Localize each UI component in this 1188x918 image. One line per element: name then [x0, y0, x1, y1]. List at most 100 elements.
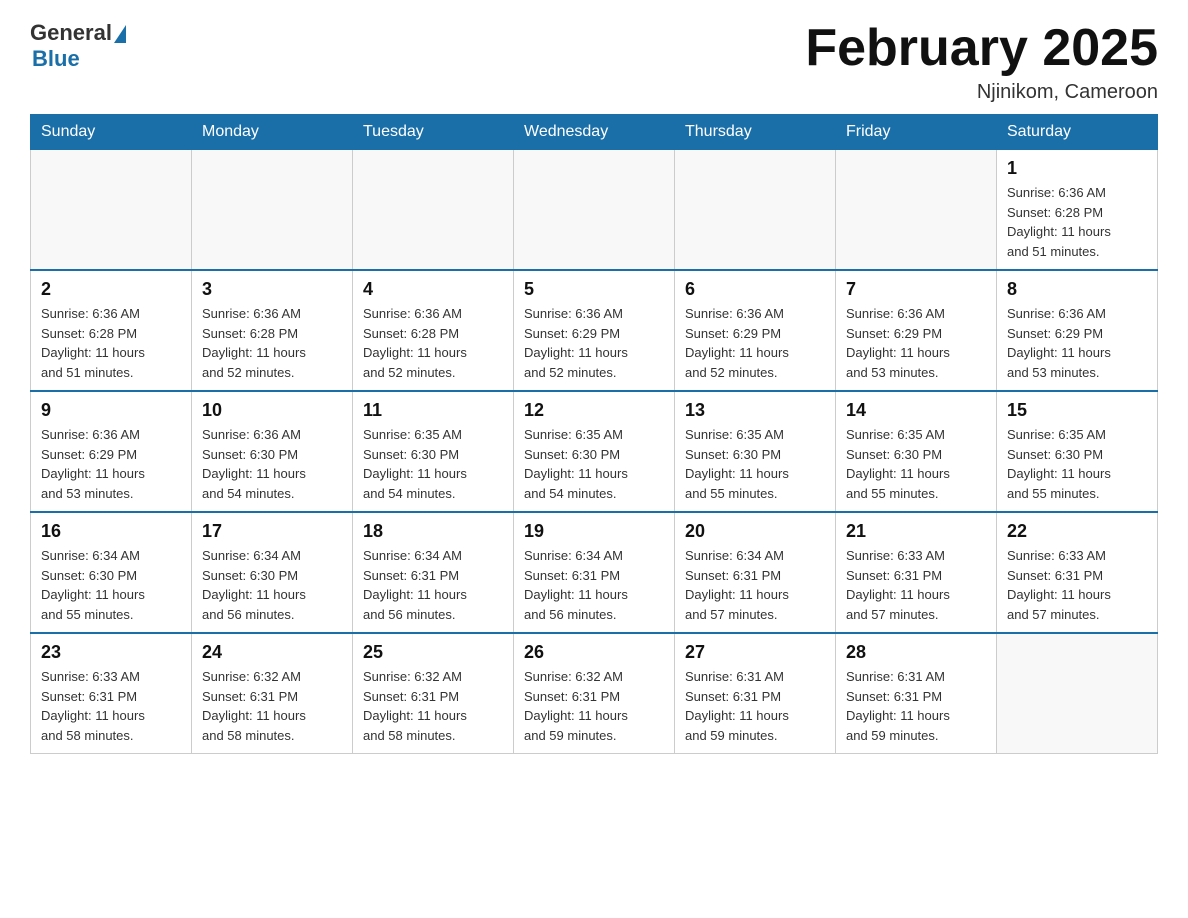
calendar-cell [836, 150, 997, 271]
title-area: February 2025 Njinikom, Cameroon [805, 20, 1158, 104]
calendar-cell: 24 Sunrise: 6:32 AM Sunset: 6:31 PM Dayli… [192, 633, 353, 754]
day-number: 5 [524, 279, 664, 300]
weekday-header-thursday: Thursday [675, 115, 836, 150]
calendar-cell [675, 150, 836, 271]
weekday-header-tuesday: Tuesday [353, 115, 514, 150]
day-number: 25 [363, 642, 503, 663]
day-number: 23 [41, 642, 181, 663]
calendar-table: SundayMondayTuesdayWednesdayThursdayFrid… [30, 114, 1158, 754]
day-number: 24 [202, 642, 342, 663]
day-info: Sunrise: 6:36 AM Sunset: 6:29 PM Dayligh… [685, 304, 825, 382]
day-number: 8 [1007, 279, 1147, 300]
day-number: 20 [685, 521, 825, 542]
day-info: Sunrise: 6:35 AM Sunset: 6:30 PM Dayligh… [1007, 425, 1147, 503]
calendar-cell: 20 Sunrise: 6:34 AM Sunset: 6:31 PM Dayli… [675, 512, 836, 633]
day-info: Sunrise: 6:36 AM Sunset: 6:29 PM Dayligh… [846, 304, 986, 382]
day-info: Sunrise: 6:36 AM Sunset: 6:28 PM Dayligh… [202, 304, 342, 382]
calendar-cell: 13 Sunrise: 6:35 AM Sunset: 6:30 PM Dayli… [675, 391, 836, 512]
calendar-cell [353, 150, 514, 271]
day-number: 21 [846, 521, 986, 542]
day-number: 26 [524, 642, 664, 663]
day-info: Sunrise: 6:36 AM Sunset: 6:28 PM Dayligh… [1007, 183, 1147, 261]
weekday-header-monday: Monday [192, 115, 353, 150]
day-number: 9 [41, 400, 181, 421]
logo: General Blue [30, 20, 126, 72]
day-number: 19 [524, 521, 664, 542]
day-info: Sunrise: 6:32 AM Sunset: 6:31 PM Dayligh… [202, 667, 342, 745]
day-info: Sunrise: 6:33 AM Sunset: 6:31 PM Dayligh… [41, 667, 181, 745]
calendar-week-row: 2 Sunrise: 6:36 AM Sunset: 6:28 PM Daylig… [31, 270, 1158, 391]
day-number: 10 [202, 400, 342, 421]
calendar-week-row: 1Sunrise: 6:36 AM Sunset: 6:28 PM Daylig… [31, 150, 1158, 271]
calendar-cell: 2Sunrise: 6:36 AM Sunset: 6:28 PM Daylig… [31, 270, 192, 391]
calendar-cell: 6 Sunrise: 6:36 AM Sunset: 6:29 PM Daylig… [675, 270, 836, 391]
calendar-cell: 14 Sunrise: 6:35 AM Sunset: 6:30 PM Dayli… [836, 391, 997, 512]
day-number: 3 [202, 279, 342, 300]
day-number: 22 [1007, 521, 1147, 542]
day-number: 2 [41, 279, 181, 300]
calendar-cell: 16Sunrise: 6:34 AM Sunset: 6:30 PM Dayli… [31, 512, 192, 633]
day-number: 14 [846, 400, 986, 421]
day-info: Sunrise: 6:36 AM Sunset: 6:29 PM Dayligh… [1007, 304, 1147, 382]
calendar-cell: 4Sunrise: 6:36 AM Sunset: 6:28 PM Daylig… [353, 270, 514, 391]
calendar-cell [997, 633, 1158, 754]
calendar-cell: 11 Sunrise: 6:35 AM Sunset: 6:30 PM Dayli… [353, 391, 514, 512]
calendar-header-row: SundayMondayTuesdayWednesdayThursdayFrid… [31, 115, 1158, 150]
calendar-cell: 19 Sunrise: 6:34 AM Sunset: 6:31 PM Dayli… [514, 512, 675, 633]
day-info: Sunrise: 6:36 AM Sunset: 6:30 PM Dayligh… [202, 425, 342, 503]
calendar-cell: 28 Sunrise: 6:31 AM Sunset: 6:31 PM Dayli… [836, 633, 997, 754]
day-info: Sunrise: 6:34 AM Sunset: 6:31 PM Dayligh… [685, 546, 825, 624]
calendar-cell: 18 Sunrise: 6:34 AM Sunset: 6:31 PM Dayli… [353, 512, 514, 633]
day-info: Sunrise: 6:35 AM Sunset: 6:30 PM Dayligh… [846, 425, 986, 503]
day-number: 7 [846, 279, 986, 300]
day-info: Sunrise: 6:35 AM Sunset: 6:30 PM Dayligh… [685, 425, 825, 503]
day-info: Sunrise: 6:34 AM Sunset: 6:30 PM Dayligh… [41, 546, 181, 624]
day-number: 17 [202, 521, 342, 542]
calendar-cell: 26 Sunrise: 6:32 AM Sunset: 6:31 PM Dayli… [514, 633, 675, 754]
day-info: Sunrise: 6:35 AM Sunset: 6:30 PM Dayligh… [363, 425, 503, 503]
day-number: 12 [524, 400, 664, 421]
day-info: Sunrise: 6:35 AM Sunset: 6:30 PM Dayligh… [524, 425, 664, 503]
calendar-week-row: 9 Sunrise: 6:36 AM Sunset: 6:29 PM Daylig… [31, 391, 1158, 512]
calendar-cell: 21 Sunrise: 6:33 AM Sunset: 6:31 PM Dayli… [836, 512, 997, 633]
weekday-header-sunday: Sunday [31, 115, 192, 150]
day-info: Sunrise: 6:34 AM Sunset: 6:31 PM Dayligh… [363, 546, 503, 624]
calendar-cell: 3 Sunrise: 6:36 AM Sunset: 6:28 PM Daylig… [192, 270, 353, 391]
day-info: Sunrise: 6:32 AM Sunset: 6:31 PM Dayligh… [524, 667, 664, 745]
calendar-cell [31, 150, 192, 271]
location-label: Njinikom, Cameroon [805, 81, 1158, 104]
day-number: 18 [363, 521, 503, 542]
weekday-header-wednesday: Wednesday [514, 115, 675, 150]
calendar-cell: 9 Sunrise: 6:36 AM Sunset: 6:29 PM Daylig… [31, 391, 192, 512]
day-info: Sunrise: 6:31 AM Sunset: 6:31 PM Dayligh… [846, 667, 986, 745]
calendar-cell [514, 150, 675, 271]
calendar-cell: 17Sunrise: 6:34 AM Sunset: 6:30 PM Dayli… [192, 512, 353, 633]
page-header: General Blue February 2025 Njinikom, Cam… [30, 20, 1158, 104]
day-info: Sunrise: 6:36 AM Sunset: 6:29 PM Dayligh… [524, 304, 664, 382]
day-info: Sunrise: 6:34 AM Sunset: 6:31 PM Dayligh… [524, 546, 664, 624]
calendar-cell: 1Sunrise: 6:36 AM Sunset: 6:28 PM Daylig… [997, 150, 1158, 271]
day-number: 11 [363, 400, 503, 421]
day-number: 27 [685, 642, 825, 663]
calendar-cell: 10 Sunrise: 6:36 AM Sunset: 6:30 PM Dayli… [192, 391, 353, 512]
calendar-cell: 7 Sunrise: 6:36 AM Sunset: 6:29 PM Daylig… [836, 270, 997, 391]
day-info: Sunrise: 6:33 AM Sunset: 6:31 PM Dayligh… [846, 546, 986, 624]
day-number: 6 [685, 279, 825, 300]
calendar-cell: 12 Sunrise: 6:35 AM Sunset: 6:30 PM Dayli… [514, 391, 675, 512]
calendar-cell: 27 Sunrise: 6:31 AM Sunset: 6:31 PM Dayli… [675, 633, 836, 754]
day-number: 13 [685, 400, 825, 421]
day-info: Sunrise: 6:36 AM Sunset: 6:29 PM Dayligh… [41, 425, 181, 503]
calendar-cell: 5 Sunrise: 6:36 AM Sunset: 6:29 PM Daylig… [514, 270, 675, 391]
logo-triangle-icon [114, 25, 126, 43]
day-info: Sunrise: 6:31 AM Sunset: 6:31 PM Dayligh… [685, 667, 825, 745]
calendar-cell: 25 Sunrise: 6:32 AM Sunset: 6:31 PM Dayli… [353, 633, 514, 754]
logo-general-text: General [30, 20, 112, 46]
calendar-cell: 15 Sunrise: 6:35 AM Sunset: 6:30 PM Dayli… [997, 391, 1158, 512]
day-number: 28 [846, 642, 986, 663]
day-info: Sunrise: 6:32 AM Sunset: 6:31 PM Dayligh… [363, 667, 503, 745]
calendar-cell: 22Sunrise: 6:33 AM Sunset: 6:31 PM Dayli… [997, 512, 1158, 633]
calendar-cell [192, 150, 353, 271]
weekday-header-friday: Friday [836, 115, 997, 150]
month-title: February 2025 [805, 20, 1158, 77]
day-number: 15 [1007, 400, 1147, 421]
